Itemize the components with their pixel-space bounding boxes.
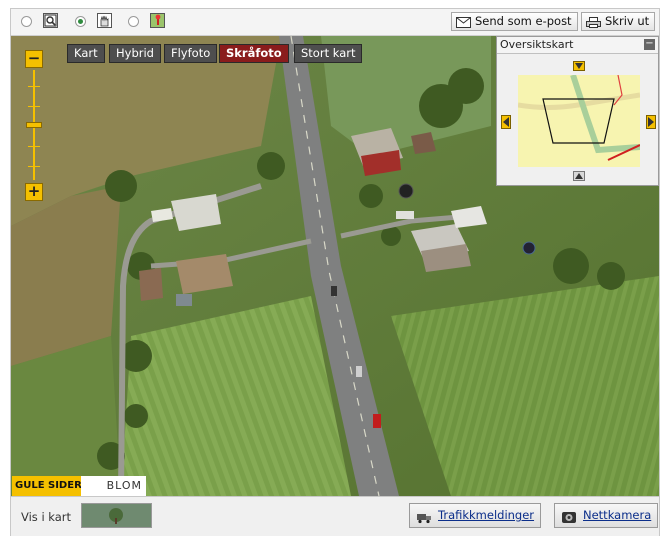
- overview-map-panel: Oversiktskart −: [496, 36, 659, 186]
- overview-title: Oversiktskart: [497, 37, 658, 54]
- map-type-flyfoto[interactable]: Flyfoto: [164, 44, 218, 63]
- envelope-icon: [456, 16, 471, 28]
- overview-pan-left-arrow-icon[interactable]: [501, 115, 511, 129]
- overview-pan-right-arrow-icon[interactable]: [646, 115, 656, 129]
- send-email-label: Send som e-post: [475, 14, 572, 28]
- print-button[interactable]: Skriv ut: [581, 12, 656, 31]
- send-email-button[interactable]: Send som e-post: [451, 12, 578, 31]
- printer-icon: [586, 16, 601, 28]
- print-label: Skriv ut: [605, 14, 650, 28]
- zoom-tick: [28, 146, 40, 147]
- blom-logo: BLOM: [81, 476, 146, 496]
- map-toolbar: Send som e-post Skriv ut: [11, 9, 659, 36]
- zoom-control: − +: [23, 46, 47, 206]
- map-type-hybrid[interactable]: Hybrid: [109, 44, 161, 63]
- webcam-icon: [561, 509, 577, 523]
- zoom-out-button[interactable]: −: [25, 50, 43, 68]
- traffic-reports-label: Trafikkmeldinger: [438, 508, 535, 522]
- overview-pan-down-arrow-icon[interactable]: [573, 171, 585, 181]
- map-widget: Send som e-post Skriv ut − + Kart Hybrid…: [10, 8, 660, 536]
- zoom-tool-radio[interactable]: [21, 16, 32, 27]
- zoom-tick: [28, 86, 40, 87]
- webcam-label: Nettkamera: [583, 508, 652, 522]
- pan-tool-radio[interactable]: [75, 16, 86, 27]
- truck-icon: [416, 509, 432, 524]
- zoom-in-button[interactable]: +: [25, 183, 43, 201]
- webcam-button[interactable]: Nettkamera: [554, 503, 659, 528]
- vis-i-kart-label: Vis i kart: [21, 510, 72, 524]
- map-type-stort-kart[interactable]: Stort kart: [294, 44, 363, 63]
- bottom-bar: Vis i kart Trafikkmeldinger Nettkamera: [11, 496, 659, 536]
- map-type-kart[interactable]: Kart: [67, 44, 105, 63]
- overview-collapse-button[interactable]: −: [644, 39, 655, 50]
- gule-sider-logo: GULE SIDER: [12, 476, 82, 496]
- zoom-slider-thumb[interactable]: [26, 122, 42, 128]
- hand-icon[interactable]: [97, 13, 112, 28]
- zoom-rect-icon[interactable]: [43, 13, 58, 28]
- map-marker-icon[interactable]: [150, 13, 165, 28]
- overview-pan-up-arrow-icon[interactable]: [573, 61, 585, 71]
- zoom-tick: [28, 106, 40, 107]
- map-type-skrafoto[interactable]: Skråfoto: [219, 44, 289, 63]
- aerial-map[interactable]: − + Kart Hybrid Flyfoto Skråfoto Stort k…: [11, 36, 659, 496]
- forest-thumbnail-icon: [82, 504, 151, 527]
- zoom-tick: [28, 166, 40, 167]
- overview-map-image[interactable]: [518, 75, 640, 167]
- vis-i-kart-thumbnail[interactable]: [81, 503, 152, 528]
- traffic-reports-button[interactable]: Trafikkmeldinger: [409, 503, 542, 528]
- marker-tool-radio[interactable]: [128, 16, 139, 27]
